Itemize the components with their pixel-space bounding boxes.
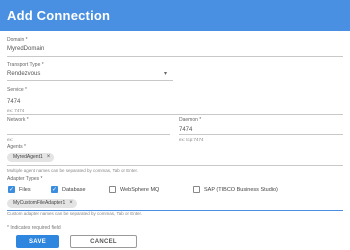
agent-chip[interactable]: MyredAgent1 × (7, 153, 55, 162)
adapter-option-websphere[interactable]: WebSphere MQ (109, 186, 159, 193)
dialog-header: Add Connection (0, 0, 350, 31)
adapter-types-label: Adapter Types * (7, 176, 43, 182)
network-underline (7, 134, 170, 135)
checkbox-icon[interactable] (109, 186, 116, 193)
service-underline (7, 114, 343, 115)
transport-type-select[interactable]: Rendezvous (7, 71, 40, 77)
domain-underline (7, 56, 343, 57)
transport-underline (7, 80, 173, 81)
chevron-down-icon[interactable]: ▾ (164, 70, 167, 77)
agent-chip-label: MyredAgent1 (13, 154, 43, 160)
custom-adapter-chip-label: MyCustomFileAdapter1 (13, 200, 66, 206)
cancel-button[interactable]: CANCEL (70, 235, 137, 248)
checkbox-checked-icon[interactable]: ✓ (51, 186, 58, 193)
checkbox-checked-icon[interactable]: ✓ (8, 186, 15, 193)
adapter-option-sap[interactable]: SAP (TIBCO Business Studio) (193, 186, 278, 193)
service-hint: ex: 7474 (7, 108, 25, 113)
network-hint: ex: (7, 137, 14, 142)
add-connection-dialog: Add Connection Domain * MyredDomain Tran… (0, 0, 350, 250)
required-field-note: * Indicates required field (7, 225, 61, 231)
agents-hint: Multiple agent names can be separated by… (7, 168, 138, 173)
domain-input[interactable]: MyredDomain (7, 46, 44, 52)
network-label: Network * (7, 117, 29, 123)
custom-adapter-chip[interactable]: MyCustomFileAdapter1 × (7, 199, 77, 208)
daemon-hint: ex: tcp:7474 (179, 137, 204, 142)
adapter-option-label: Files (19, 186, 31, 193)
transport-type-label: Transport Type * (7, 62, 44, 68)
daemon-label: Daemon * (179, 117, 202, 123)
adapter-option-files[interactable]: ✓ Files (8, 186, 31, 193)
close-icon[interactable]: × (69, 199, 73, 208)
adapter-option-label: Database (62, 186, 86, 193)
service-label: Service * (7, 87, 28, 93)
dialog-title: Add Connection (7, 8, 111, 23)
custom-adapter-hint: Custom adapter names can be separated by… (7, 211, 142, 216)
domain-label: Domain * (7, 37, 28, 43)
adapter-option-label: WebSphere MQ (120, 186, 160, 193)
agents-label: Agents * (7, 144, 26, 150)
daemon-input[interactable]: 7474 (179, 127, 192, 133)
save-button[interactable]: SAVE (16, 235, 59, 248)
service-input[interactable]: 7474 (7, 99, 20, 105)
adapter-option-label: SAP (TIBCO Business Studio) (204, 186, 278, 193)
agents-underline (7, 165, 343, 166)
daemon-underline (179, 134, 343, 135)
adapter-option-database[interactable]: ✓ Database (51, 186, 86, 193)
checkbox-icon[interactable] (193, 186, 200, 193)
close-icon[interactable]: × (47, 153, 51, 162)
